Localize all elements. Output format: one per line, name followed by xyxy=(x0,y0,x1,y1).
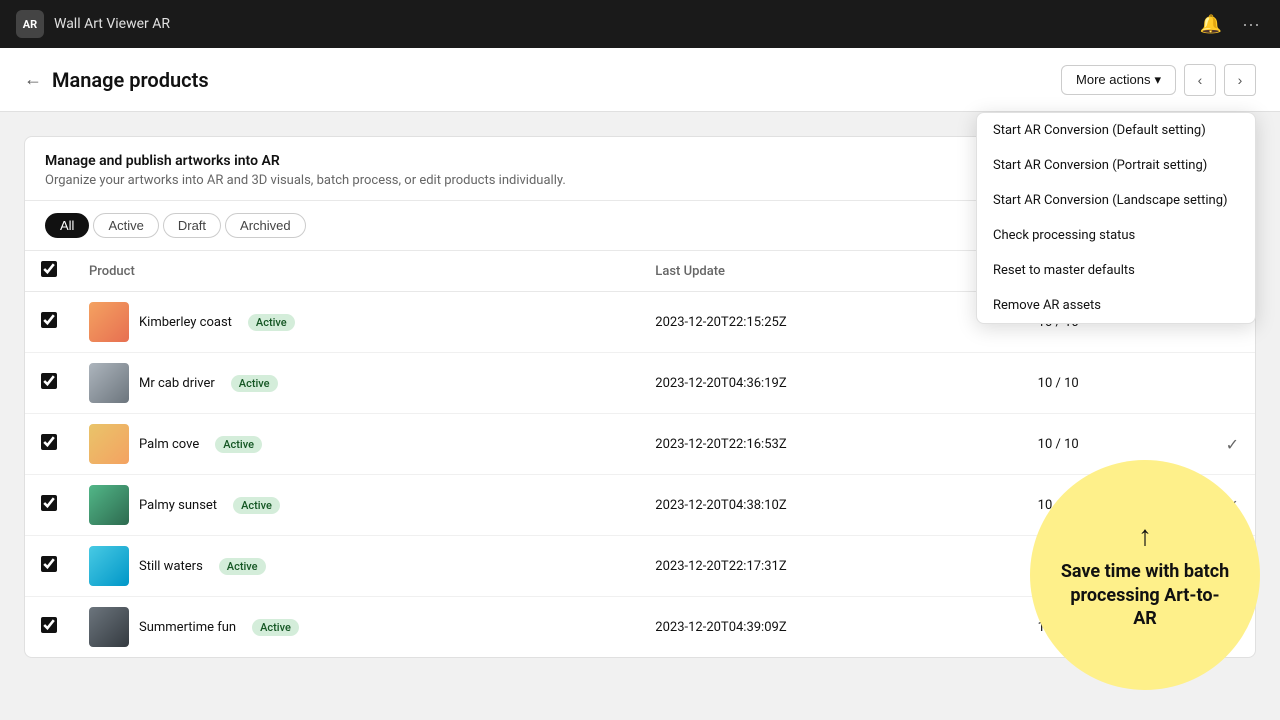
dropdown-item-1[interactable]: Start AR Conversion (Portrait setting) xyxy=(977,148,1255,183)
tooltip-arrow: ↑ xyxy=(1138,519,1152,552)
row-checkbox-2[interactable] xyxy=(41,434,57,450)
page-header: ← Manage products More actions ▾ ‹ › xyxy=(0,48,1280,112)
topbar-actions: 🔔 ··· xyxy=(1196,10,1264,39)
status-badge-5: Active xyxy=(252,619,299,636)
product-thumbnail-0 xyxy=(89,302,129,342)
last-update-0: 2023-12-20T22:15:25Z xyxy=(639,292,1021,353)
row-checkbox-1[interactable] xyxy=(41,373,57,389)
product-name-4: Still waters xyxy=(139,559,203,574)
product-name-2: Palm cove xyxy=(139,437,199,452)
dropdown-menu: Start AR Conversion (Default setting)Sta… xyxy=(976,112,1256,324)
product-name-3: Palmy sunset xyxy=(139,498,217,513)
tooltip-bubble: ↑ Save time with batch processing Art-to… xyxy=(1030,460,1260,690)
last-update-4: 2023-12-20T22:17:31Z xyxy=(639,536,1021,597)
col-product: Product xyxy=(73,251,639,292)
main-content: Manage and publish artworks into AR Orga… xyxy=(0,112,1280,720)
header-right: More actions ▾ ‹ › xyxy=(1061,64,1256,96)
nav-next-button[interactable]: › xyxy=(1224,64,1256,96)
tab-archived[interactable]: Archived xyxy=(225,213,306,238)
check-icon: ✓ xyxy=(1226,435,1239,454)
product-cell-3: Palmy sunset Active xyxy=(89,485,623,525)
dropdown-item-4[interactable]: Reset to master defaults xyxy=(977,253,1255,288)
tooltip-text: Save time with batch processing Art-to-A… xyxy=(1060,560,1230,630)
app-icon: AR xyxy=(16,10,44,38)
last-update-1: 2023-12-20T04:36:19Z xyxy=(639,353,1021,414)
product-thumbnail-5 xyxy=(89,607,129,647)
last-update-2: 2023-12-20T22:16:53Z xyxy=(639,414,1021,475)
table-row: Mr cab driver Active 2023-12-20T04:36:19… xyxy=(25,353,1255,414)
select-all-checkbox[interactable] xyxy=(41,261,57,277)
tab-draft[interactable]: Draft xyxy=(163,213,221,238)
back-button[interactable]: ← xyxy=(24,69,42,90)
product-cell-2: Palm cove Active xyxy=(89,424,623,464)
product-cell-1: Mr cab driver Active xyxy=(89,363,623,403)
status-badge-3: Active xyxy=(233,497,280,514)
page-title: Manage products xyxy=(52,68,209,92)
tab-active[interactable]: Active xyxy=(93,213,158,238)
status-badge-2: Active xyxy=(215,436,262,453)
more-icon[interactable]: ··· xyxy=(1238,10,1264,39)
topbar: AR Wall Art Viewer AR 🔔 ··· xyxy=(0,0,1280,48)
chevron-down-icon: ▾ xyxy=(1154,72,1161,88)
tab-all[interactable]: All xyxy=(45,213,89,238)
row-checkbox-5[interactable] xyxy=(41,617,57,633)
last-update-3: 2023-12-20T04:38:10Z xyxy=(639,475,1021,536)
dropdown-item-3[interactable]: Check processing status xyxy=(977,218,1255,253)
check-cell-2: ✓ xyxy=(1210,414,1255,475)
product-cell-5: Summertime fun Active xyxy=(89,607,623,647)
dropdown-item-2[interactable]: Start AR Conversion (Landscape setting) xyxy=(977,183,1255,218)
row-checkbox-0[interactable] xyxy=(41,312,57,328)
product-thumbnail-1 xyxy=(89,363,129,403)
nav-prev-button[interactable]: ‹ xyxy=(1184,64,1216,96)
product-name-0: Kimberley coast xyxy=(139,315,232,330)
notification-icon[interactable]: 🔔 xyxy=(1196,10,1226,39)
dropdown-item-5[interactable]: Remove AR assets xyxy=(977,288,1255,323)
status-badge-0: Active xyxy=(248,314,295,331)
page-title-row: ← Manage products xyxy=(24,68,209,92)
product-cell-4: Still waters Active xyxy=(89,546,623,586)
table-row: Palm cove Active 2023-12-20T22:16:53Z 10… xyxy=(25,414,1255,475)
product-thumbnail-3 xyxy=(89,485,129,525)
more-actions-button[interactable]: More actions ▾ xyxy=(1061,65,1176,95)
last-update-5: 2023-12-20T04:39:09Z xyxy=(639,597,1021,658)
variants-1: 10 / 10 xyxy=(1022,353,1210,414)
col-last-update: Last Update xyxy=(639,251,1021,292)
dropdown-item-0[interactable]: Start AR Conversion (Default setting) xyxy=(977,113,1255,148)
product-name-1: Mr cab driver xyxy=(139,376,215,391)
app-name: Wall Art Viewer AR xyxy=(54,16,1186,32)
row-checkbox-4[interactable] xyxy=(41,556,57,572)
product-thumbnail-2 xyxy=(89,424,129,464)
status-badge-1: Active xyxy=(231,375,278,392)
status-badge-4: Active xyxy=(219,558,266,575)
product-cell-0: Kimberley coast Active xyxy=(89,302,623,342)
product-name-5: Summertime fun xyxy=(139,620,236,635)
row-checkbox-3[interactable] xyxy=(41,495,57,511)
check-cell-1 xyxy=(1210,353,1255,414)
product-thumbnail-4 xyxy=(89,546,129,586)
